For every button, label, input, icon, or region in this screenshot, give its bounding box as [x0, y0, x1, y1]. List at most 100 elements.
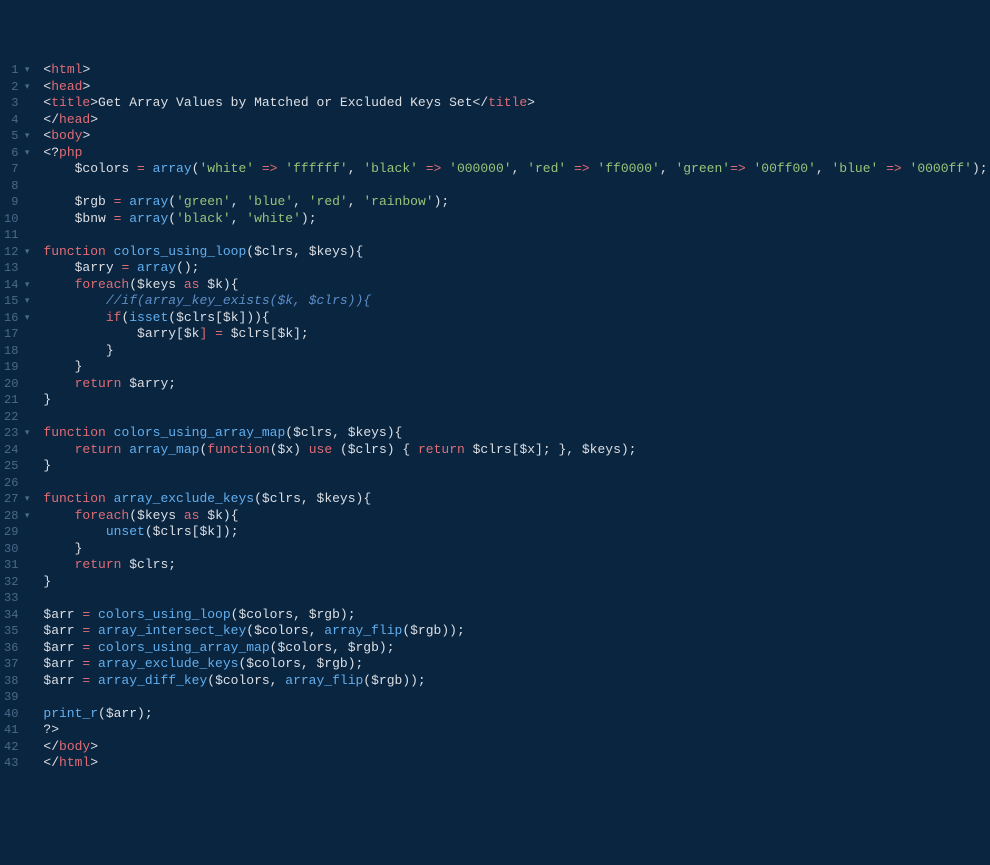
line-number[interactable]: 31: [4, 557, 29, 574]
line-number[interactable]: 24: [4, 442, 29, 459]
code-line[interactable]: [43, 409, 990, 426]
code-line[interactable]: $arr = array_diff_key($colors, array_fli…: [43, 673, 990, 690]
code-line[interactable]: [43, 227, 990, 244]
line-number[interactable]: 9: [4, 194, 29, 211]
line-number[interactable]: 34: [4, 607, 29, 624]
line-number[interactable]: 8: [4, 178, 29, 195]
code-line[interactable]: }: [43, 541, 990, 558]
line-number[interactable]: 13: [4, 260, 29, 277]
code-line[interactable]: [43, 590, 990, 607]
line-number[interactable]: 29: [4, 524, 29, 541]
code-line[interactable]: <title>Get Array Values by Matched or Ex…: [43, 95, 990, 112]
line-number[interactable]: 35: [4, 623, 29, 640]
code-line[interactable]: $arr = colors_using_loop($colors, $rgb);: [43, 607, 990, 624]
code-line[interactable]: <?php: [43, 145, 990, 162]
line-number[interactable]: 23▾: [4, 425, 29, 442]
line-number[interactable]: 21: [4, 392, 29, 409]
code-line[interactable]: </body>: [43, 739, 990, 756]
code-line[interactable]: }: [43, 343, 990, 360]
line-number[interactable]: 15▾: [4, 293, 29, 310]
line-number[interactable]: 7: [4, 161, 29, 178]
fold-icon[interactable]: ▾: [21, 128, 29, 145]
code-line[interactable]: <head>: [43, 79, 990, 96]
code-area[interactable]: <html><head><title>Get Array Values by M…: [37, 60, 990, 790]
fold-icon[interactable]: ▾: [21, 425, 29, 442]
code-line[interactable]: [43, 178, 990, 195]
fold-icon[interactable]: ▾: [21, 508, 29, 525]
line-number[interactable]: 30: [4, 541, 29, 558]
line-number[interactable]: 41: [4, 722, 29, 739]
code-line[interactable]: <html>: [43, 62, 990, 79]
code-line[interactable]: if(isset($clrs[$k])){: [43, 310, 990, 327]
line-number[interactable]: 10: [4, 211, 29, 228]
line-number[interactable]: 3: [4, 95, 29, 112]
code-line[interactable]: function colors_using_array_map($clrs, $…: [43, 425, 990, 442]
code-line[interactable]: [43, 689, 990, 706]
code-line[interactable]: $bnw = array('black', 'white');: [43, 211, 990, 228]
fold-icon[interactable]: ▾: [21, 244, 29, 261]
line-number[interactable]: 19: [4, 359, 29, 376]
fold-icon[interactable]: ▾: [21, 62, 29, 79]
code-line[interactable]: print_r($arr);: [43, 706, 990, 723]
fold-icon[interactable]: ▾: [21, 79, 29, 96]
line-number[interactable]: 43: [4, 755, 29, 772]
code-line[interactable]: $arry = array();: [43, 260, 990, 277]
line-number[interactable]: 11: [4, 227, 29, 244]
code-line[interactable]: return $arry;: [43, 376, 990, 393]
code-line[interactable]: </head>: [43, 112, 990, 129]
line-number[interactable]: 5▾: [4, 128, 29, 145]
line-number[interactable]: 12▾: [4, 244, 29, 261]
code-line[interactable]: ?>: [43, 722, 990, 739]
token: ();: [176, 260, 199, 275]
code-line[interactable]: }: [43, 392, 990, 409]
code-line[interactable]: </html>: [43, 755, 990, 772]
code-line[interactable]: $arr = colors_using_array_map($colors, $…: [43, 640, 990, 657]
code-line[interactable]: <body>: [43, 128, 990, 145]
line-number[interactable]: 20: [4, 376, 29, 393]
line-number[interactable]: 28▾: [4, 508, 29, 525]
code-line[interactable]: return $clrs;: [43, 557, 990, 574]
line-number[interactable]: 32: [4, 574, 29, 591]
line-number[interactable]: 22: [4, 409, 29, 426]
code-line[interactable]: function colors_using_loop($clrs, $keys)…: [43, 244, 990, 261]
code-line[interactable]: //if(array_key_exists($k, $clrs)){: [43, 293, 990, 310]
code-line[interactable]: function array_exclude_keys($clrs, $keys…: [43, 491, 990, 508]
line-number[interactable]: 17: [4, 326, 29, 343]
code-line[interactable]: }: [43, 359, 990, 376]
code-line[interactable]: }: [43, 574, 990, 591]
code-line[interactable]: $arr = array_intersect_key($colors, arra…: [43, 623, 990, 640]
line-number[interactable]: 39: [4, 689, 29, 706]
line-number[interactable]: 25: [4, 458, 29, 475]
fold-icon[interactable]: ▾: [21, 491, 29, 508]
line-number[interactable]: 1▾: [4, 62, 29, 79]
fold-icon[interactable]: ▾: [21, 145, 29, 162]
code-line[interactable]: $arr = array_exclude_keys($colors, $rgb)…: [43, 656, 990, 673]
fold-icon[interactable]: ▾: [21, 310, 29, 327]
code-line[interactable]: foreach($keys as $k){: [43, 508, 990, 525]
code-line[interactable]: return array_map(function($x) use ($clrs…: [43, 442, 990, 459]
fold-icon[interactable]: ▾: [21, 277, 29, 294]
code-line[interactable]: $rgb = array('green', 'blue', 'red', 'ra…: [43, 194, 990, 211]
line-number[interactable]: 4: [4, 112, 29, 129]
line-number[interactable]: 26: [4, 475, 29, 492]
line-number[interactable]: 42: [4, 739, 29, 756]
code-line[interactable]: unset($clrs[$k]);: [43, 524, 990, 541]
code-line[interactable]: foreach($keys as $k){: [43, 277, 990, 294]
line-number[interactable]: 6▾: [4, 145, 29, 162]
code-line[interactable]: }: [43, 458, 990, 475]
line-number[interactable]: 16▾: [4, 310, 29, 327]
line-number[interactable]: 18: [4, 343, 29, 360]
line-number[interactable]: 27▾: [4, 491, 29, 508]
line-number-gutter[interactable]: 1▾2▾345▾6▾789101112▾1314▾15▾16▾171819202…: [0, 60, 37, 790]
code-line[interactable]: [43, 475, 990, 492]
line-number[interactable]: 36: [4, 640, 29, 657]
code-line[interactable]: $arry[$k] = $clrs[$k];: [43, 326, 990, 343]
line-number[interactable]: 2▾: [4, 79, 29, 96]
line-number[interactable]: 14▾: [4, 277, 29, 294]
code-line[interactable]: $colors = array('white' => 'ffffff', 'bl…: [43, 161, 990, 178]
line-number[interactable]: 40: [4, 706, 29, 723]
line-number[interactable]: 33: [4, 590, 29, 607]
fold-icon[interactable]: ▾: [21, 293, 29, 310]
line-number[interactable]: 37: [4, 656, 29, 673]
line-number[interactable]: 38: [4, 673, 29, 690]
